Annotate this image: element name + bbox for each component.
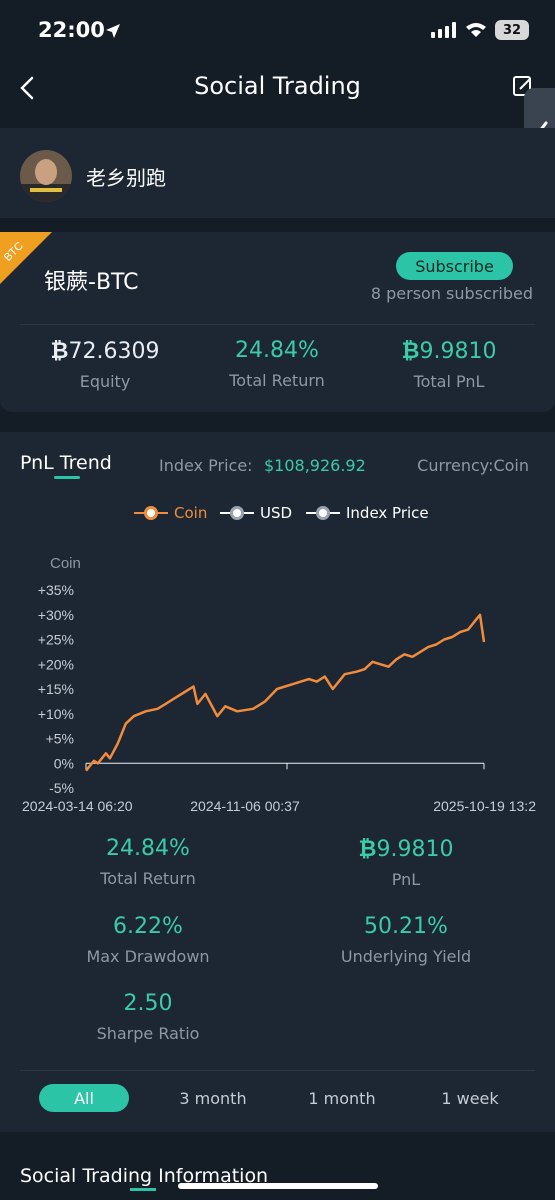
currency-selector[interactable]: Currency:Coin [417, 456, 529, 475]
y-tick-label: +20% [38, 656, 74, 672]
divider [20, 324, 535, 325]
total-return-value: 24.84% [235, 338, 319, 363]
status-icons: 32 [431, 20, 529, 40]
bitcoin-icon: ₿ [50, 339, 69, 364]
equity-label: Equity [79, 372, 131, 391]
total-pnl-stat: ₿9.9810 Total PnL [364, 338, 534, 391]
range-all[interactable]: All [39, 1084, 129, 1112]
range-divider [20, 1070, 535, 1071]
bitcoin-icon: ₿ [358, 837, 377, 862]
range-1-week[interactable]: 1 week [420, 1084, 520, 1112]
total-return-stat: 24.84% Total Return [192, 338, 362, 390]
tab-underline [130, 1188, 156, 1191]
bitcoin-icon: ₿ [401, 339, 420, 364]
battery-icon: 32 [495, 20, 529, 40]
total-pnl-label: Total PnL [413, 372, 485, 391]
pnl-chart[interactable]: Coin +35% +30% +25% +20% +15% +10% +5% 0% -5% 2024… [0, 545, 555, 820]
tab-pnl-trend[interactable]: PnL Trend [20, 452, 112, 474]
index-price-value: $108,926.92 [264, 456, 366, 475]
index-price-label: Index Price: [159, 456, 253, 475]
x-tick-label: 2024-03-14 06:20 [22, 798, 133, 814]
metric-sharpe-ratio: 2.50 Sharpe Ratio [96, 991, 200, 1043]
legend-coin[interactable]: Coin [134, 504, 207, 522]
series-line-coin [85, 613, 486, 772]
legend-marker-icon [144, 506, 158, 520]
user-card[interactable] [0, 128, 555, 218]
x-tick-label: 2024-11-06 00:37 [190, 798, 300, 814]
metric-max-drawdown: 6.22% Max Drawdown [86, 914, 210, 966]
metric-pnl: ₿9.9810 PnL [358, 837, 454, 889]
y-tick-label: +35% [38, 582, 74, 598]
y-tick-label: +25% [38, 632, 74, 648]
y-tick-label: +30% [38, 607, 74, 623]
y-tick-label: -5% [49, 780, 74, 796]
tab-underline [54, 476, 80, 479]
location-arrow-icon [106, 24, 120, 38]
y-tick-label: +10% [38, 706, 74, 722]
y-tick-label: +15% [38, 681, 74, 697]
signal-icon [431, 22, 456, 38]
equity-stat: ₿72.6309 Equity [20, 338, 190, 391]
y-tick-label: 0% [54, 755, 74, 771]
equity-value: ₿72.6309 [50, 339, 160, 364]
subscriber-count: 8 person subscribed [370, 284, 533, 303]
page-title: Social Trading [194, 72, 361, 100]
wifi-icon [466, 23, 486, 37]
metric-underlying-yield: 50.21% Underlying Yield [340, 914, 472, 966]
range-1-month[interactable]: 1 month [292, 1084, 392, 1112]
legend-usd[interactable]: USD [220, 504, 292, 522]
legend-marker-icon [316, 506, 330, 520]
y-tick-label: +5% [46, 731, 74, 747]
x-tick-label: 2025-10-19 13:2 [433, 798, 536, 814]
strategy-name: 银蕨-BTC [44, 270, 139, 295]
metric-total-return: 24.84% Total Return [100, 836, 196, 888]
avatar[interactable] [20, 150, 72, 202]
range-3-month[interactable]: 3 month [163, 1084, 263, 1112]
legend-marker-icon [230, 506, 244, 520]
total-pnl-value: ₿9.9810 [401, 339, 497, 364]
y-axis-unit: Coin [50, 555, 81, 572]
user-name: 老乡别跑 [86, 166, 166, 190]
legend-index-price[interactable]: Index Price [306, 504, 429, 522]
home-indicator[interactable] [178, 1183, 378, 1189]
status-time: 22:00 [38, 18, 105, 42]
subscribe-button[interactable]: Subscribe [396, 252, 513, 280]
total-return-label: Total Return [229, 371, 325, 390]
